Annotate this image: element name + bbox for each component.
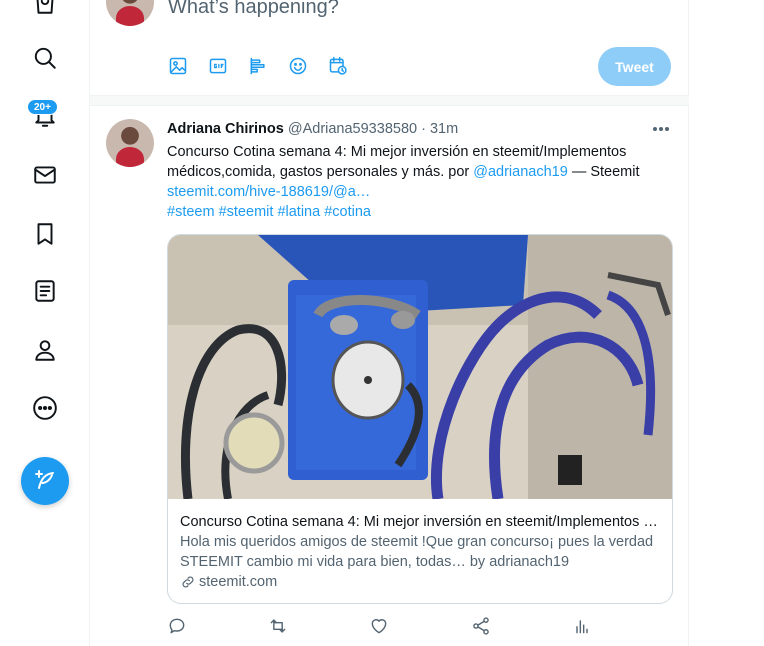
retweet-icon[interactable] xyxy=(268,616,288,636)
avatar[interactable] xyxy=(106,119,154,167)
more-options-icon[interactable] xyxy=(653,121,673,137)
card-title: Concurso Cotina semana 4: Mi mejor inver… xyxy=(180,514,660,530)
card-text: Concurso Cotina semana 4: Mi mejor inver… xyxy=(180,512,660,592)
card-domain: steemit.com xyxy=(180,572,660,592)
profile-icon[interactable] xyxy=(30,335,60,365)
section-divider xyxy=(90,96,689,106)
shopping-bag-icon[interactable] xyxy=(30,0,60,18)
hashtag-link[interactable]: #steemit xyxy=(219,204,274,220)
poll-icon[interactable] xyxy=(248,56,268,76)
compose-input[interactable]: What’s happening? xyxy=(168,0,339,19)
url-link[interactable]: steemit.com/hive-188619/@a… xyxy=(167,184,370,200)
card-image[interactable] xyxy=(168,235,672,499)
mention-link[interactable]: @adrianach19 xyxy=(473,164,568,180)
avatar[interactable] xyxy=(106,0,154,26)
notifications-badge: 20+ xyxy=(27,99,58,115)
gif-icon[interactable] xyxy=(208,56,228,76)
card-description: Hola mis queridos amigos de steemit !Que… xyxy=(180,534,654,570)
like-icon[interactable] xyxy=(369,616,389,636)
search-icon[interactable] xyxy=(30,43,60,73)
tweet-header: Adriana Chirinos @Adriana59338580 · 31m xyxy=(167,121,458,137)
timeline-column: What’s happening? Tweet Adriana Chirinos… xyxy=(89,0,689,646)
author-handle[interactable]: @Adriana59338580 xyxy=(288,121,417,137)
blood-pressure-kit-photo xyxy=(168,235,672,499)
schedule-icon[interactable] xyxy=(328,56,348,76)
bookmark-icon[interactable] xyxy=(30,219,60,249)
compose-box: What’s happening? Tweet xyxy=(90,0,689,96)
separator-dot: · xyxy=(421,121,426,137)
image-icon[interactable] xyxy=(168,56,188,76)
tweet-text-suffix: — Steemit xyxy=(567,164,640,180)
list-icon[interactable] xyxy=(30,276,60,306)
compose-tweet-button[interactable] xyxy=(21,457,69,505)
analytics-icon[interactable] xyxy=(572,616,592,636)
compose-toolbar xyxy=(168,56,348,76)
hashtag-link[interactable]: #latina xyxy=(277,204,320,220)
tweet[interactable]: Adriana Chirinos @Adriana59338580 · 31m … xyxy=(90,107,689,646)
side-nav: 20+ xyxy=(0,0,90,646)
tweet-button[interactable]: Tweet xyxy=(598,47,671,86)
hashtag-link[interactable]: #cotina xyxy=(324,204,371,220)
emoji-icon[interactable] xyxy=(288,56,308,76)
mail-icon[interactable] xyxy=(30,160,60,190)
card-domain-text: steemit.com xyxy=(199,574,278,590)
timestamp[interactable]: 31m xyxy=(430,121,458,137)
tweet-text: Concurso Cotina semana 4: Mi mejor inver… xyxy=(167,142,673,222)
link-card[interactable]: Concurso Cotina semana 4: Mi mejor inver… xyxy=(167,234,673,604)
share-icon[interactable] xyxy=(471,616,491,636)
more-circle-icon[interactable] xyxy=(30,393,60,423)
reply-icon[interactable] xyxy=(167,616,187,636)
link-icon xyxy=(182,576,194,588)
feather-plus-icon xyxy=(35,470,54,489)
author-name[interactable]: Adriana Chirinos xyxy=(167,121,284,137)
hashtag-link[interactable]: #steem xyxy=(167,204,215,220)
tweet-actions xyxy=(167,616,673,636)
app-root: 20+ What’s happening? Tweet Adriana Chir… xyxy=(0,0,764,646)
